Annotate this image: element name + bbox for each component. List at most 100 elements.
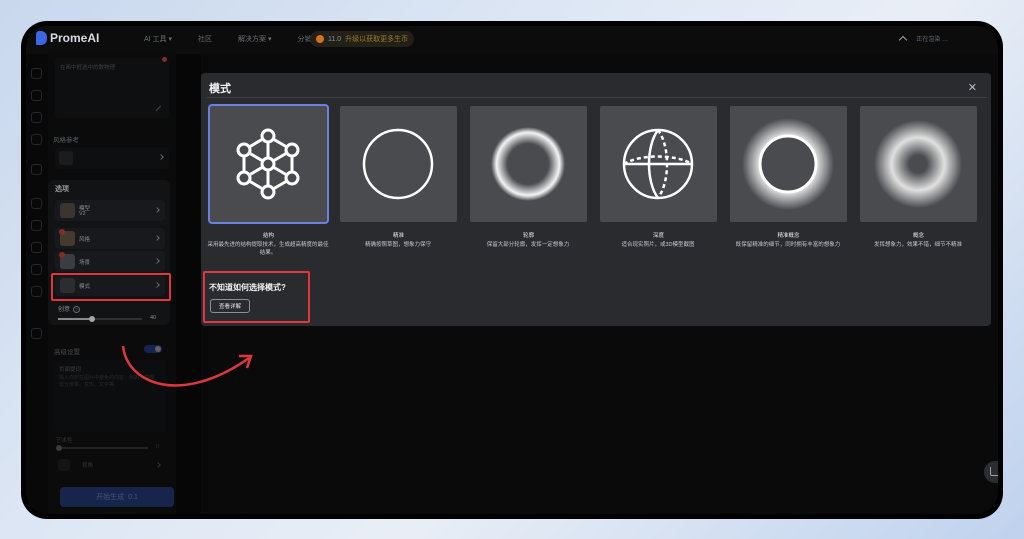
view-selector[interactable]: 视角 xyxy=(54,456,166,474)
mode-name: 概念 xyxy=(912,233,924,239)
app-screen: PromeAI AI 工具 ▾ 社区 解决方案 ▾ 分销 11.0 升级以获取更… xyxy=(26,26,998,514)
mode-desc: 适合现实照片，或3D模型截图 xyxy=(621,242,695,248)
style-ref-label: 风格参考 xyxy=(53,137,79,144)
option-model[interactable]: 模型 V2 xyxy=(55,200,165,221)
close-icon[interactable]: ✕ xyxy=(968,81,977,94)
box-icon[interactable] xyxy=(31,112,42,123)
globe-icon xyxy=(622,128,694,200)
top-right-area: 正在渲染 … xyxy=(899,34,948,45)
generate-cost: 0.1 xyxy=(128,493,138,501)
modal-title: 模式 xyxy=(209,83,231,95)
gear-icon[interactable] xyxy=(31,328,42,339)
share-icon xyxy=(990,467,998,476)
mode-structure-icon xyxy=(60,278,75,293)
style-ref-selector[interactable] xyxy=(55,147,169,169)
mode-desc: 既保留精准的细节，同时拥有丰富的想象力 xyxy=(735,242,841,248)
negative-label: 负面提词 xyxy=(59,367,82,373)
slider-fill xyxy=(58,318,92,320)
advanced-settings-label: 高级设置 xyxy=(54,349,80,356)
chevron-right-icon xyxy=(154,258,160,264)
view-icon xyxy=(58,459,70,471)
upgrade-link[interactable]: 升级以获取更多生币 xyxy=(345,34,408,44)
mode-card-precise-concept[interactable] xyxy=(730,106,847,222)
option-value: V2 xyxy=(79,211,86,217)
mode-card-concept[interactable] xyxy=(860,106,977,222)
device-frame: PromeAI AI 工具 ▾ 社区 解决方案 ▾ 分销 11.0 升级以获取更… xyxy=(21,21,1003,519)
creativity-slider[interactable] xyxy=(58,315,142,322)
bell-icon[interactable] xyxy=(31,242,42,253)
remove-badge-icon[interactable] xyxy=(59,229,65,235)
mode-desc: 精确按照草图，想象力保守 xyxy=(364,242,431,248)
mode-card-structure[interactable] xyxy=(210,106,327,222)
slider-knob[interactable] xyxy=(88,315,95,322)
model-thumb xyxy=(60,203,75,218)
mode-card-precise[interactable] xyxy=(340,106,457,222)
art-value: 0 xyxy=(156,444,159,450)
chevron-right-icon xyxy=(155,462,161,468)
mode-name: 轮廓 xyxy=(522,233,534,239)
mode-card-contour[interactable] xyxy=(470,106,587,222)
explore-icon[interactable] xyxy=(31,90,42,101)
mode-name: 精准概念 xyxy=(777,233,800,239)
share-button[interactable] xyxy=(984,461,998,483)
chevron-up-icon[interactable] xyxy=(899,35,908,45)
compass-icon[interactable] xyxy=(31,198,42,209)
remove-badge-icon[interactable] xyxy=(59,252,65,258)
help-icon[interactable]: ? xyxy=(73,306,81,313)
credits-count: 11.0 xyxy=(328,35,342,43)
style-ref-icon xyxy=(59,151,73,165)
mode-modal: 模式 ✕ 结构 采用最先进的结构提取技术，生成超高精度的最佳结果。 精准 精确按… xyxy=(201,73,991,326)
generate-label: 开始生成 xyxy=(96,494,125,501)
mode-name: 结构 xyxy=(262,233,274,239)
bulb-icon[interactable] xyxy=(31,164,42,175)
nav-item-ai-tools[interactable]: AI 工具 ▾ xyxy=(144,34,172,44)
brand-name: PromeAI xyxy=(50,31,100,45)
view-details-button[interactable]: 查看详解 xyxy=(210,299,250,313)
remove-dot-icon[interactable] xyxy=(162,57,167,62)
blur-ring-icon xyxy=(874,120,962,208)
option-style[interactable]: 风格 xyxy=(55,228,165,249)
option-scene[interactable]: 场景 xyxy=(55,251,165,272)
art-slider[interactable] xyxy=(56,444,148,451)
settings-icon[interactable] xyxy=(31,220,42,231)
style-thumb xyxy=(59,229,75,246)
prompt-placeholder: 在画中框选中的数物理 xyxy=(60,65,116,71)
icon-rail xyxy=(26,54,48,514)
structure-icon xyxy=(236,128,300,200)
chevron-right-icon xyxy=(154,207,160,213)
generate-button[interactable]: 开始生成 0.1 xyxy=(60,487,174,507)
option-label: 模式 xyxy=(79,284,91,290)
logo-mark-icon xyxy=(36,31,47,45)
user-icon[interactable] xyxy=(31,264,42,275)
mode-card-depth[interactable] xyxy=(600,106,717,222)
home-icon[interactable] xyxy=(31,68,42,79)
mode-desc: 发挥想象力，效果不错，细节不精准 xyxy=(873,242,962,248)
option-mode[interactable]: 模式 xyxy=(55,275,165,296)
brand-logo[interactable]: PromeAI xyxy=(36,31,99,45)
mode-desc: 保留大部分轮廓，发挥一定想象力 xyxy=(486,242,570,248)
nav-item-community[interactable]: 社区 xyxy=(198,34,212,44)
mode-name: 精准 xyxy=(392,233,404,239)
top-nav: PromeAI AI 工具 ▾ 社区 解决方案 ▾ 分销 11.0 升级以获取更… xyxy=(26,26,998,54)
credits-pill[interactable]: 11.0 升级以获取更多生币 xyxy=(310,31,415,47)
team-icon[interactable] xyxy=(31,286,42,297)
mode-name: 深度 xyxy=(652,233,664,239)
modal-divider xyxy=(207,97,987,98)
glow-ring-icon xyxy=(742,118,834,210)
mode-help-text: 不知道如何选择模式? xyxy=(209,283,286,292)
render-status: 正在渲染 … xyxy=(916,37,948,43)
slider-knob[interactable] xyxy=(56,444,62,451)
scene-thumb xyxy=(59,252,75,269)
art-label: 艺术性 xyxy=(56,438,73,444)
options-card: 选项 模型 V2 风格 场景 模式 创意? 40 xyxy=(48,180,170,325)
image-icon[interactable] xyxy=(31,134,42,145)
chevron-right-icon xyxy=(158,154,164,160)
nav-menu: AI 工具 ▾ 社区 解决方案 ▾ 分销 xyxy=(144,34,312,44)
prompt-input[interactable]: 在画中框选中的数物理 xyxy=(55,57,169,118)
coin-icon xyxy=(316,35,324,43)
nav-item-solutions[interactable]: 解决方案 ▾ xyxy=(238,34,271,44)
magic-wand-icon[interactable] xyxy=(155,105,166,116)
creativity-label: 创意? xyxy=(58,304,81,313)
soft-sphere-icon xyxy=(491,127,565,201)
mode-desc: 采用最先进的结构提取技术，生成超高精度的最佳结果。 xyxy=(207,242,329,256)
